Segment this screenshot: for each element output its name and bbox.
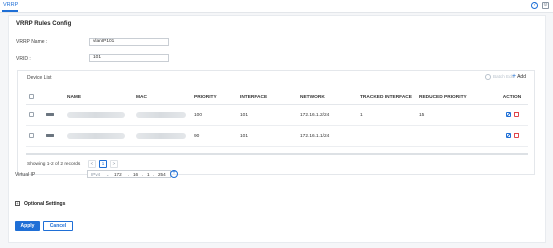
- batch-edit-icon: [485, 74, 491, 80]
- batch-edit-button[interactable]: Batch Edit: [485, 74, 514, 80]
- vrrp-name-label: VRRP Name :: [16, 39, 48, 45]
- page-1-button[interactable]: 1: [99, 160, 107, 168]
- mac-cell: [136, 104, 194, 126]
- priority-cell: 90: [194, 125, 240, 147]
- top-bar: VRRP ? ⚙: [0, 0, 553, 13]
- ip-dot: .: [142, 171, 144, 177]
- interface-cell: 101: [240, 125, 300, 147]
- virtual-ip-input[interactable]: IPv4 ⌄ 172 . 16 . 1 . 254: [87, 170, 171, 178]
- virtual-ip-label: Virtual IP: [15, 172, 36, 178]
- select-all-cell: [26, 90, 67, 105]
- col-reduced-priority[interactable]: REDUCED PRIORITY: [419, 90, 496, 105]
- horizontal-scrollbar[interactable]: [26, 153, 528, 155]
- apply-button[interactable]: Apply: [15, 221, 40, 231]
- active-tab-indicator: [2, 10, 18, 12]
- redacted-mac: [136, 132, 186, 139]
- edit-icon[interactable]: [505, 132, 511, 139]
- ip-dot: .: [153, 171, 155, 177]
- device-table: NAME MAC PRIORITY INTERFACE NETWORK TRAC…: [26, 90, 528, 147]
- col-interface[interactable]: INTERFACE: [240, 90, 300, 105]
- redacted-name: [67, 132, 125, 139]
- vrrp-name-input[interactable]: vlanIP101: [89, 38, 169, 46]
- ip-dot: .: [128, 171, 130, 177]
- redacted-mac: [136, 111, 186, 118]
- page-title: VRRP Rules Config: [16, 21, 72, 27]
- col-action: ACTION: [496, 90, 528, 105]
- help-icon[interactable]: ?: [531, 2, 538, 9]
- device-icon: [46, 113, 54, 117]
- vrid-input[interactable]: 101: [89, 54, 169, 62]
- expand-icon[interactable]: +: [15, 201, 20, 206]
- optional-settings-label[interactable]: Optional Settings: [24, 201, 65, 207]
- tracked-interface-cell: [360, 125, 419, 147]
- ip-octet-3[interactable]: 1: [147, 172, 150, 178]
- device-list-title: Device List: [27, 75, 52, 81]
- network-cell: 172.16.1.2/24: [300, 104, 360, 126]
- ip-octet-4[interactable]: 254: [158, 172, 166, 178]
- settings-icon[interactable]: ⚙: [542, 2, 549, 9]
- row-select-cell: [26, 125, 67, 147]
- name-cell: [67, 125, 136, 147]
- reduced-priority-cell: 15: [419, 104, 496, 126]
- col-mac[interactable]: MAC: [136, 90, 194, 105]
- plus-icon: +: [512, 73, 517, 80]
- cancel-button[interactable]: Cancel: [43, 221, 73, 231]
- table-row: 100 101 172.16.1.2/24 1 15: [26, 104, 528, 126]
- col-network[interactable]: NETWORK: [300, 90, 360, 105]
- add-device-button[interactable]: +Add: [512, 73, 526, 80]
- next-page-button[interactable]: >: [110, 160, 118, 168]
- tracked-interface-cell: 1: [360, 104, 419, 126]
- batch-edit-label: Batch Edit: [493, 74, 514, 80]
- prev-page-button[interactable]: <: [88, 160, 96, 168]
- chevron-down-icon: ⌄: [106, 171, 110, 177]
- priority-cell: 100: [194, 104, 240, 126]
- redacted-name: [67, 111, 125, 118]
- interface-cell: 101: [240, 104, 300, 126]
- col-name[interactable]: NAME: [67, 90, 136, 105]
- reduced-priority-cell: [419, 125, 496, 147]
- select-all-checkbox[interactable]: [29, 94, 34, 100]
- tab-vrrp[interactable]: VRRP: [3, 2, 18, 8]
- col-tracked-interface[interactable]: TRACKED INTERFACE: [360, 90, 419, 105]
- edit-icon[interactable]: [505, 111, 511, 118]
- ip-octet-1[interactable]: 172: [114, 172, 122, 178]
- action-cell: [496, 125, 528, 147]
- add-label: Add: [517, 74, 526, 80]
- network-cell: 172.16.1.1/24: [300, 125, 360, 147]
- ip-octet-2[interactable]: 16: [133, 172, 138, 178]
- device-icon: [46, 134, 54, 138]
- add-ip-icon[interactable]: +: [170, 170, 178, 178]
- table-row: 90 101 172.16.1.1/24: [26, 125, 528, 147]
- action-cell: [496, 104, 528, 126]
- row-checkbox[interactable]: [29, 133, 34, 139]
- name-cell: [67, 104, 136, 126]
- device-list-panel: Device List Batch Edit +Add NAME MAC PRI…: [17, 70, 535, 175]
- vrid-label: VRID :: [16, 56, 31, 62]
- row-checkbox[interactable]: [29, 112, 34, 118]
- ip-version-select[interactable]: IPv4: [91, 172, 100, 178]
- delete-icon[interactable]: [514, 111, 519, 118]
- pagination-summary: Showing 1-2 of 2 records: [27, 162, 81, 167]
- delete-icon[interactable]: [514, 132, 519, 139]
- mac-cell: [136, 125, 194, 147]
- col-priority[interactable]: PRIORITY: [194, 90, 240, 105]
- row-select-cell: [26, 104, 67, 126]
- table-header-row: NAME MAC PRIORITY INTERFACE NETWORK TRAC…: [26, 90, 528, 105]
